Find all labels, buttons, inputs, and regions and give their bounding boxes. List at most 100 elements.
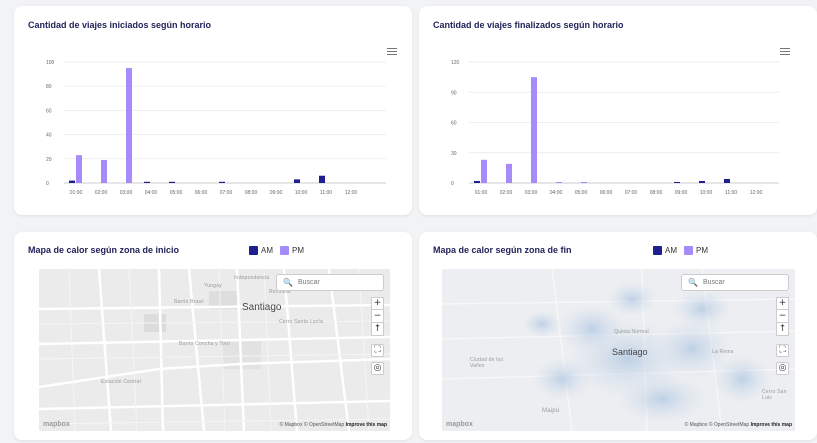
map-place-label: Cerro Santa Lucía	[279, 319, 323, 325]
legend-pm[interactable]: PM	[684, 246, 708, 255]
legend-pm[interactable]: PM	[280, 246, 304, 255]
improve-map-link[interactable]: Improve this map	[751, 422, 792, 428]
map-place-label: Cerro San Luis	[762, 389, 787, 401]
x-tick-label: 07:00	[220, 190, 233, 196]
x-tick-label: 12:00	[345, 190, 358, 196]
bar-pm[interactable]	[531, 77, 537, 183]
bar-pm[interactable]	[556, 181, 562, 183]
mapbox-logo[interactable]: mapbox	[446, 421, 473, 428]
map-place-label: Barrio Brasil	[174, 299, 204, 305]
y-tick-label: 60	[46, 108, 52, 114]
bar-am[interactable]	[474, 180, 480, 183]
map-legend: AM PM	[653, 246, 715, 255]
map-attribution: © Mapbox © OpenStreetMap Improve this ma…	[684, 422, 792, 428]
map-search-input[interactable]	[297, 279, 378, 286]
map-city-label: Santiago	[242, 302, 282, 313]
x-tick-label: 01:00	[475, 190, 488, 196]
bar-chart-end: 0 30 60 90 120 01:00 02:00 03:00 04:00 05:00 06:00…	[451, 60, 779, 196]
y-tick-label: 40	[46, 133, 52, 139]
bar-am[interactable]	[69, 180, 75, 183]
map-controls: + − ↑ ⛶ ◎	[371, 297, 384, 375]
legend-am[interactable]: AM	[653, 246, 677, 255]
x-tick-label: 06:00	[600, 190, 613, 196]
map-search-box[interactable]: 🔍	[681, 274, 789, 291]
bar-pm[interactable]	[101, 160, 107, 183]
y-tick-label: 80	[46, 84, 52, 90]
x-tick-label: 03:00	[120, 190, 133, 196]
bar-pm[interactable]	[76, 155, 82, 183]
map-place-label: Yungay	[204, 283, 222, 289]
bar-pm[interactable]	[126, 68, 132, 183]
mapbox-logo[interactable]: mapbox	[43, 421, 70, 428]
y-tick-label: 100	[46, 60, 55, 66]
chart-card-start: Cantidad de viajes iniciados según horar…	[14, 6, 412, 215]
search-icon: 🔍	[283, 278, 293, 287]
x-tick-label: 04:00	[145, 190, 158, 196]
map-search-input[interactable]	[702, 279, 783, 286]
y-tick-label: 0	[46, 181, 49, 187]
zoom-in-button[interactable]: +	[371, 297, 384, 310]
map-card-start: Mapa de calor según zona de inicio AM PM	[14, 232, 412, 440]
bar-am[interactable]	[319, 175, 325, 183]
y-tick-label: 20	[46, 157, 52, 163]
y-tick-label: 120	[451, 60, 460, 66]
map-roads	[39, 269, 390, 431]
bar-am[interactable]	[294, 179, 300, 183]
legend-am[interactable]: AM	[249, 246, 273, 255]
heatmap-map-end[interactable]: Ciudad de los Valles Maipú La Reina Cerr…	[442, 269, 795, 431]
x-tick-label: 10:00	[295, 190, 308, 196]
bar-am[interactable]	[169, 181, 175, 183]
map-place-label: Maipú	[542, 408, 560, 414]
x-tick-label: 11:00	[320, 190, 332, 196]
map-title-end: Mapa de calor según zona de fin	[433, 245, 572, 255]
bar-am[interactable]	[724, 178, 730, 183]
search-icon: 🔍	[688, 278, 698, 287]
map-place-label: Independencia	[234, 275, 270, 281]
y-tick-label: 60	[451, 121, 457, 127]
legend-swatch-am	[249, 246, 258, 255]
x-tick-label: 08:00	[650, 190, 663, 196]
x-tick-label: 08:00	[245, 190, 258, 196]
map-title-start: Mapa de calor según zona de inicio	[28, 245, 180, 255]
legend-swatch-am	[653, 246, 662, 255]
chart-card-end: Cantidad de viajes finalizados según hor…	[419, 6, 817, 215]
geolocate-button[interactable]: ◎	[371, 362, 384, 375]
fullscreen-button[interactable]: ⛶	[776, 344, 789, 357]
x-tick-label: 02:00	[500, 190, 513, 196]
x-tick-label: 02:00	[95, 190, 108, 196]
bar-am[interactable]	[674, 181, 680, 183]
x-tick-label: 09:00	[675, 190, 688, 196]
map-controls: + − ↑ ⛶ ◎	[776, 297, 789, 375]
map-city-label: Santiago	[612, 347, 648, 357]
x-tick-label: 07:00	[625, 190, 638, 196]
map-place-label: La Reina	[712, 349, 734, 355]
bar-am[interactable]	[699, 180, 705, 183]
compass-button[interactable]: ↑	[371, 323, 384, 336]
compass-button[interactable]: ↑	[776, 323, 789, 336]
map-place-label: Ciudad de los Valles	[470, 357, 504, 369]
map-search-box[interactable]: 🔍	[276, 274, 384, 291]
improve-map-link[interactable]: Improve this map	[346, 422, 387, 428]
bar-pm[interactable]	[581, 181, 587, 183]
bar-pm[interactable]	[481, 159, 487, 183]
x-tick-label: 09:00	[270, 190, 283, 196]
zoom-out-button[interactable]: −	[776, 310, 789, 323]
map-attribution: © Mapbox © OpenStreetMap Improve this ma…	[279, 422, 387, 428]
bar-pm[interactable]	[506, 163, 512, 183]
fullscreen-button[interactable]: ⛶	[371, 344, 384, 357]
x-tick-label: 05:00	[575, 190, 588, 196]
zoom-out-button[interactable]: −	[371, 310, 384, 323]
x-tick-label: 10:00	[700, 190, 713, 196]
map-place-label: Estación Central	[101, 379, 141, 385]
x-tick-label: 03:00	[525, 190, 538, 196]
bar-am[interactable]	[144, 181, 150, 183]
heatmap-map-start[interactable]: Yungay Barrio Brasil Barrio Concha y Tor…	[39, 269, 390, 431]
x-tick-label: 01:00	[70, 190, 83, 196]
map-place-label: Quinta Normal	[614, 329, 649, 335]
y-tick-label: 0	[451, 181, 454, 187]
map-card-end: Mapa de calor según zona de fin AM PM Ci…	[419, 232, 817, 440]
legend-swatch-pm	[280, 246, 289, 255]
bar-am[interactable]	[219, 181, 225, 183]
geolocate-button[interactable]: ◎	[776, 362, 789, 375]
zoom-in-button[interactable]: +	[776, 297, 789, 310]
